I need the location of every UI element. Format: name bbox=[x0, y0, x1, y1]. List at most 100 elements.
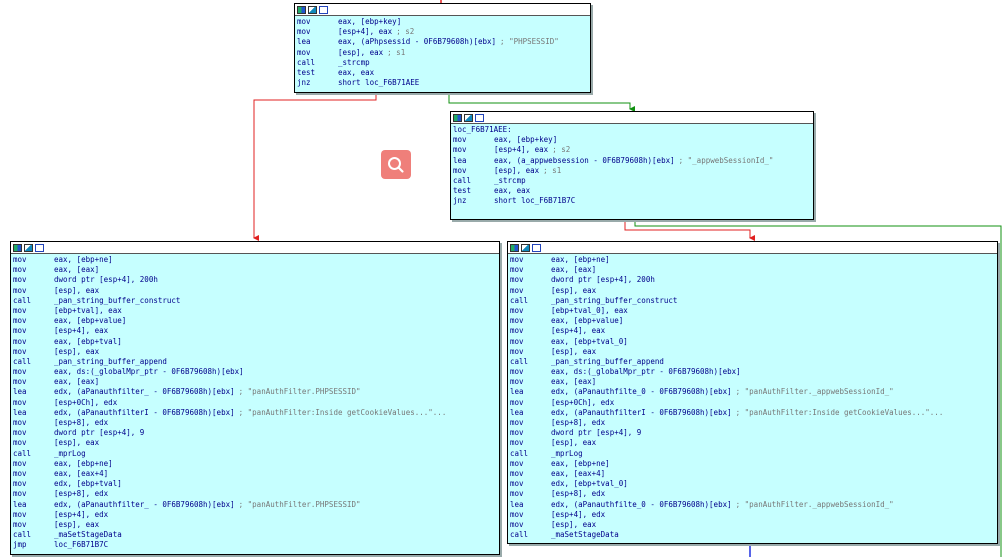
instruction-comment: ; "_appwebSessionId_" bbox=[678, 155, 774, 165]
instruction-operands: [esp], eax bbox=[54, 346, 100, 356]
instruction-mnemonic: mov bbox=[13, 326, 27, 336]
graph-edit-icon[interactable] bbox=[308, 5, 317, 14]
instruction-mnemonic: mov bbox=[13, 275, 27, 285]
graph-edit-icon[interactable] bbox=[521, 243, 530, 252]
instruction-row: mov eax, [ebp+ne] bbox=[510, 459, 995, 469]
graph-edit-icon[interactable] bbox=[24, 243, 33, 252]
instruction-operands: [esp+4], edx bbox=[551, 509, 606, 519]
instruction-operands: [esp+4], eax bbox=[551, 326, 606, 336]
graph-view-icon[interactable] bbox=[475, 113, 484, 122]
instruction-row: call _pan_string_buffer_construct bbox=[13, 296, 497, 306]
instruction-row: mov [esp], eax bbox=[13, 286, 497, 296]
instruction-mnemonic: mov bbox=[510, 489, 524, 499]
instruction-row: mov [esp+8], edx bbox=[510, 418, 995, 428]
instruction-mnemonic: mov bbox=[510, 397, 524, 407]
instruction-operands: [ebp+tval], eax bbox=[54, 305, 122, 315]
instruction-operands: eax, [ebp+ne] bbox=[551, 255, 610, 264]
instruction-row: mov eax, [eax] bbox=[13, 377, 497, 387]
instruction-comment: ; "panAuthFilter:Inside getCookieValues.… bbox=[238, 407, 447, 417]
instruction-row: lea edx, (aPanauthfilter_ - 0F6B79608h)[e… bbox=[13, 387, 497, 397]
instruction-operands: eax, [eax] bbox=[54, 377, 100, 387]
instruction-mnemonic: mov bbox=[510, 275, 524, 285]
instruction-row: test eax, eax bbox=[297, 68, 588, 78]
instruction-mnemonic: mov bbox=[13, 479, 27, 489]
instruction-row: mov eax, [eax+4] bbox=[510, 469, 995, 479]
instruction-operands: edx, (aPanauthfilterI - 0F6B79608h)[ebx] bbox=[551, 407, 732, 417]
instruction-comment: ; s2 bbox=[552, 145, 571, 155]
instruction-row: lea eax, (aPhpsessid - 0F6B79608h)[ebx]; … bbox=[297, 37, 588, 47]
instruction-mnemonic: mov bbox=[510, 305, 524, 315]
instruction-mnemonic: mov bbox=[453, 165, 467, 175]
graph-view-icon[interactable] bbox=[319, 5, 328, 14]
instruction-operands: _maSetStageData bbox=[54, 530, 122, 540]
instruction-row: test eax, eax bbox=[453, 186, 811, 196]
instruction-row: mov dword ptr [esp+4], 200h bbox=[510, 275, 995, 285]
instruction-mnemonic: mov bbox=[510, 428, 524, 438]
code-block-phpsessid-handler[interactable]: mov eax, [ebp+ne] mov eax, [eax] mov dword pt… bbox=[10, 241, 500, 555]
instruction-operands: edx, (aPanauthfilte_0 - 0F6B79608h)[ebx] bbox=[551, 387, 732, 397]
instruction-mnemonic: mov bbox=[510, 346, 524, 356]
instruction-operands: short loc_F6B71B7C bbox=[494, 196, 576, 206]
instruction-mnemonic: lea bbox=[453, 155, 467, 165]
instruction-row: lea edx, (aPanauthfilter_ - 0F6B79608h)[e… bbox=[13, 500, 497, 510]
graph-view-icon[interactable] bbox=[35, 243, 44, 252]
instruction-row: mov [ebp+tval_0], eax bbox=[510, 306, 995, 316]
instruction-row: jmp loc_F6B71B7C bbox=[13, 540, 497, 550]
instruction-operands: _mprLog bbox=[551, 448, 583, 458]
instruction-row: mov eax, ds:(_globalMpr_ptr - 0F6B79608h)… bbox=[13, 367, 497, 377]
instruction-row: mov eax, [eax] bbox=[510, 265, 995, 275]
graph-color-icon[interactable] bbox=[13, 243, 22, 252]
instruction-operands: _pan_string_buffer_construct bbox=[551, 295, 678, 305]
instruction-operands: [esp+4], edx bbox=[54, 509, 109, 519]
instruction-row: lea eax, (a_appwebsession - 0F6B79608h)[e… bbox=[453, 156, 811, 166]
instruction-operands: eax, [ebp+value] bbox=[54, 316, 127, 326]
instruction-mnemonic: lea bbox=[510, 499, 524, 509]
instruction-row: mov [esp+8], edx bbox=[510, 489, 995, 499]
instruction-row: lea edx, (aPanauthfilterI - 0F6B79608h)[e… bbox=[510, 408, 995, 418]
edge-jnz-true-2 bbox=[624, 219, 755, 241]
instruction-comment: ; s1 bbox=[543, 165, 562, 175]
instruction-mnemonic: mov bbox=[13, 305, 27, 315]
code-block-appweb-session-check[interactable]: loc_F6B71AEE: mov eax, [ebp+key] mov [esp+4]… bbox=[450, 111, 814, 220]
instruction-operands: eax, eax bbox=[338, 67, 375, 77]
instruction-row: mov eax, ds:(_globalMpr_ptr - 0F6B79608h)… bbox=[510, 367, 995, 377]
instruction-mnemonic: mov bbox=[13, 377, 27, 387]
code-block-phpsessid-check[interactable]: mov eax, [ebp+key] mov [esp+4], eax; s2 lea e… bbox=[294, 3, 591, 93]
instruction-operands: [esp], eax bbox=[551, 346, 597, 356]
code-block-appweb-session-handler[interactable]: mov eax, [ebp+ne] mov eax, [eax] mov dword pt… bbox=[507, 241, 998, 544]
instruction-mnemonic: call bbox=[453, 175, 472, 185]
instruction-mnemonic: mov bbox=[453, 145, 467, 155]
instruction-mnemonic: mov bbox=[13, 346, 27, 356]
instruction-mnemonic: mov bbox=[510, 265, 524, 275]
graph-view-icon[interactable] bbox=[532, 243, 541, 252]
instruction-row: mov [esp+4], eax bbox=[510, 326, 995, 336]
graph-color-icon[interactable] bbox=[297, 5, 306, 14]
instruction-mnemonic: lea bbox=[13, 387, 27, 397]
instruction-mnemonic: lea bbox=[510, 387, 524, 397]
search-button[interactable] bbox=[381, 150, 411, 179]
instruction-mnemonic: mov bbox=[510, 458, 524, 468]
instruction-row: mov [esp], eax bbox=[13, 347, 497, 357]
instruction-operands: edx, (aPanauthfilterI - 0F6B79608h)[ebx] bbox=[54, 407, 235, 417]
instruction-operands: eax, [eax+4] bbox=[551, 468, 606, 478]
instruction-row: call _maSetStageData bbox=[13, 530, 497, 540]
instruction-mnemonic: jmp bbox=[13, 540, 27, 550]
instruction-mnemonic: mov bbox=[510, 377, 524, 387]
instruction-mnemonic: mov bbox=[13, 519, 27, 529]
instruction-operands: eax, (a_appwebsession - 0F6B79608h)[ebx] bbox=[494, 155, 675, 165]
instruction-mnemonic: mov bbox=[510, 468, 524, 478]
graph-edit-icon[interactable] bbox=[464, 113, 473, 122]
instruction-operands: eax, [ebp+tval_0] bbox=[551, 336, 628, 346]
instruction-operands: dword ptr [esp+4], 200h bbox=[54, 275, 158, 285]
instruction-mnemonic: mov bbox=[13, 316, 27, 326]
graph-color-icon[interactable] bbox=[510, 243, 519, 252]
graph-color-icon[interactable] bbox=[453, 113, 462, 122]
instruction-operands: eax, (aPhpsessid - 0F6B79608h)[ebx] bbox=[338, 37, 497, 47]
instruction-mnemonic: mov bbox=[510, 438, 524, 448]
instruction-operands: eax, [ebp+value] bbox=[551, 316, 624, 326]
instruction-row: mov dword ptr [esp+4], 9 bbox=[13, 428, 497, 438]
instruction-operands: dword ptr [esp+4], 200h bbox=[551, 275, 655, 285]
instruction-mnemonic: jnz bbox=[297, 78, 311, 88]
edge-jnz-true-1 bbox=[253, 92, 377, 241]
block-header bbox=[295, 4, 590, 16]
